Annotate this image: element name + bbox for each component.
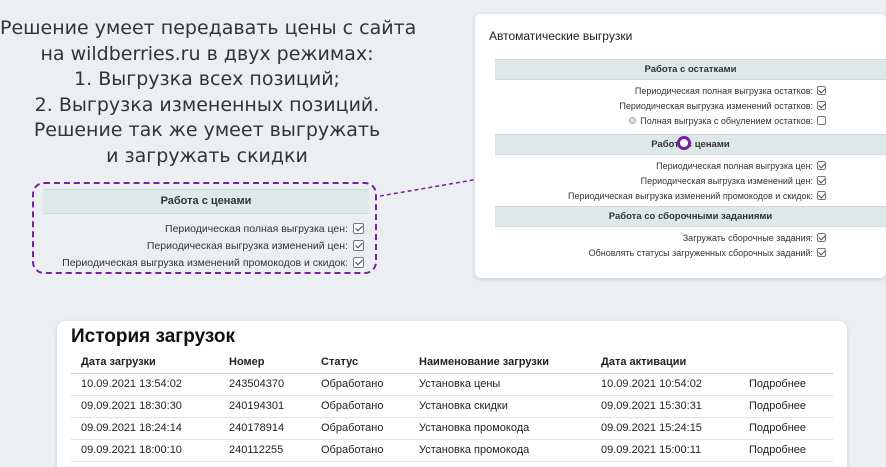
option-row: Обновлять статусы загруженных сборочных … (495, 245, 886, 260)
details-link[interactable]: Подробнее (739, 439, 833, 462)
column-header: Дата активации (591, 351, 739, 374)
option-label: Полная выгрузка с обнулением остатков: (640, 115, 813, 126)
caption-line: 2. Выгрузка измененных позиций. (34, 93, 380, 116)
table-cell: Установка промокода (409, 417, 591, 440)
option-row: Периодическая выгрузка изменений цен: (34, 237, 364, 254)
caption-line: и загружать скидки (106, 144, 308, 167)
table-cell: Обработано (311, 439, 409, 462)
caption-line: на wildberries.ru в двух режимах: (40, 42, 374, 65)
table-row: 10.09.2021 13:54:02 243504370 Обработано Ус… (71, 373, 833, 396)
option-label: Периодическая выгрузка изменений промоко… (567, 190, 813, 201)
history-title: История загрузок (71, 326, 235, 347)
column-header: Дата загрузки (71, 351, 219, 374)
table-cell: 09.09.2021 15:24:15 (591, 417, 739, 440)
table-cell: 243504370 (219, 373, 311, 396)
assembly-section: Работа со сборочными заданиями Загружать… (495, 206, 886, 260)
column-header: Наименование загрузки (409, 351, 591, 374)
table-cell: Обработано (311, 395, 409, 418)
table-cell: Установка цены (409, 373, 591, 396)
section-header: Работа с остатками (495, 59, 886, 80)
option-label: Обновлять статусы загруженных сборочных … (588, 247, 813, 258)
option-row: Периодическая полная выгрузка цен: (495, 158, 886, 173)
table-cell: 09.09.2021 15:00:11 (591, 439, 739, 462)
option-row: Периодическая выгрузка изменений промоко… (495, 188, 886, 203)
table-cell: 09.09.2021 18:00:10 (71, 439, 219, 462)
option-label: Периодическая выгрузка изменений цен: (146, 239, 348, 252)
table-cell: Установка скидки (409, 395, 591, 418)
caption-line: Решение умеет передавать цены с сайта (0, 17, 417, 39)
full-price-export-checkbox[interactable] (817, 161, 826, 170)
info-dot-icon (629, 117, 637, 124)
option-label: Периодическая выгрузка изменений цен: (640, 175, 813, 186)
full-price-export-checkbox[interactable] (353, 223, 364, 234)
table-cell: 09.09.2021 18:30:30 (71, 395, 219, 418)
option-label: Периодическая выгрузка изменений промоко… (62, 256, 348, 269)
zoomed-prices-callout: Работа с ценами Периодическая полная выг… (32, 182, 377, 274)
option-row: Периодическая выгрузка изменений остатко… (495, 98, 886, 113)
section-header: Работа с ценами (43, 189, 369, 214)
details-link[interactable]: Подробнее (739, 373, 833, 396)
caption-line: Решение так же умеет выгружать (33, 119, 381, 141)
table-cell: 240178914 (219, 417, 311, 440)
caption-line: 1. Выгрузка всех позиций; (74, 68, 340, 90)
table-cell: 240194301 (219, 395, 311, 418)
load-assembly-tasks-checkbox[interactable] (817, 233, 826, 242)
option-label: Периодическая полная выгрузка остатков: (634, 85, 813, 96)
option-label: Периодическая выгрузка изменений остатко… (619, 100, 813, 111)
option-row: Полная выгрузка с обнулением остатков: (495, 113, 886, 128)
table-header-row: Дата загрузки Номер Статус Наименование … (71, 351, 833, 374)
option-row: Периодическая выгрузка изменений промоко… (34, 254, 364, 271)
price-changes-export-checkbox[interactable] (817, 176, 826, 185)
update-assembly-status-checkbox[interactable] (817, 248, 826, 257)
table-cell: 09.09.2021 15:30:31 (591, 395, 739, 418)
price-changes-export-checkbox[interactable] (353, 240, 364, 251)
table-cell: 240112255 (219, 439, 311, 462)
full-stock-export-checkbox[interactable] (817, 86, 826, 95)
column-header: Статус (311, 351, 409, 374)
details-link[interactable]: Подробнее (739, 417, 833, 440)
stock-changes-export-checkbox[interactable] (817, 101, 826, 110)
details-link[interactable]: Подробнее (739, 395, 833, 418)
option-row: Загружать сборочные задания: (495, 230, 886, 245)
table-cell: Установка промокода (409, 439, 591, 462)
option-row: Периодическая полная выгрузка цен: (34, 220, 364, 237)
table-row: 09.09.2021 18:24:14 240178914 Обработано Ус… (71, 417, 833, 440)
table-cell: 09.09.2021 18:24:14 (71, 417, 219, 440)
panel-title: Автоматические выгрузки (489, 29, 633, 43)
column-header (739, 351, 833, 374)
zero-stock-export-checkbox[interactable] (817, 116, 826, 125)
option-row: Периодическая полная выгрузка остатков: (495, 83, 886, 98)
table-cell: Обработано (311, 373, 409, 396)
option-label: Загружать сборочные задания: (682, 232, 813, 243)
table-cell: 10.09.2021 10:54:02 (591, 373, 739, 396)
option-label: Периодическая полная выгрузка цен: (165, 222, 348, 235)
column-header: Номер (219, 351, 311, 374)
highlight-marker (677, 136, 691, 150)
option-label: Периодическая полная выгрузка цен: (656, 160, 813, 171)
option-row: Периодическая выгрузка изменений цен: (495, 173, 886, 188)
table-cell: Обработано (311, 417, 409, 440)
caption-text: Решение умеет передавать цены с сайта на… (0, 16, 417, 169)
stock-section: Работа с остатками Периодическая полная … (495, 59, 886, 128)
promo-discount-export-checkbox[interactable] (353, 257, 364, 268)
history-table: Дата загрузки Номер Статус Наименование … (71, 351, 833, 462)
section-header: Работа со сборочными заданиями (495, 206, 886, 227)
table-row: 09.09.2021 18:00:10 240112255 Обработано Ус… (71, 439, 833, 462)
promo-discount-export-checkbox[interactable] (817, 191, 826, 200)
upload-history-panel: История загрузок Дата загрузки Номер Ста… (57, 321, 847, 467)
table-cell: 10.09.2021 13:54:02 (71, 373, 219, 396)
table-row: 09.09.2021 18:30:30 240194301 Обработано Ус… (71, 395, 833, 418)
